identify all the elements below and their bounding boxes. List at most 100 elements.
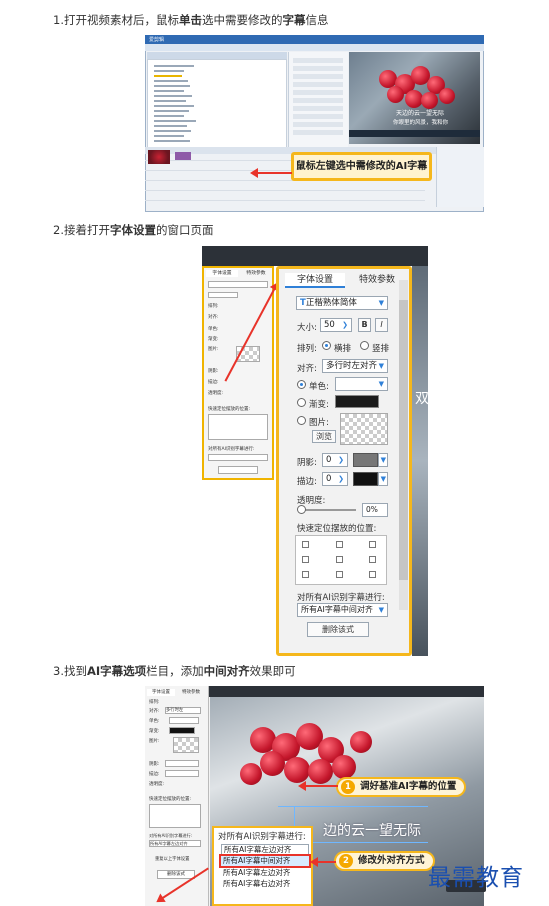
align-select[interactable]: 多行时左对齐 ▼ <box>322 359 388 373</box>
repeat-font-settings-button[interactable]: 重复以上字体设置 <box>155 856 189 862</box>
side-ai-select[interactable]: 所有AI字幕左边对齐 <box>149 840 201 847</box>
position-grid <box>295 535 387 585</box>
callout-step-number: 1 <box>341 780 355 794</box>
subtitle-properties-panel <box>436 147 484 207</box>
chevron-right-icon: ❯ <box>338 456 344 464</box>
small-stroke-label: 描边: <box>208 380 219 385</box>
font-size-value: 50 <box>324 320 335 330</box>
image-preview <box>340 413 388 445</box>
app-title-bar: 爱剪辑 <box>145 35 484 44</box>
option-right-align[interactable]: 所有AI字幕右边对齐 <box>221 879 309 889</box>
small-align-label: 对齐: <box>208 315 219 320</box>
shadow-color-dropdown[interactable]: ▼ <box>378 453 388 467</box>
panel-scrollbar-thumb[interactable] <box>399 300 408 580</box>
tab-font-settings-small: 字体设置 <box>206 270 238 277</box>
tab-effect-params[interactable]: 特效参数 <box>347 273 407 288</box>
guide-line-top <box>278 806 428 807</box>
position-label: 快速定位摆放的位置: <box>297 524 377 534</box>
option-center-align[interactable]: 所有AI字幕中间对齐 <box>219 854 311 868</box>
gradient-label: 渐变: <box>309 400 329 410</box>
layout-horizontal-radio[interactable] <box>322 341 331 350</box>
subtitle-list[interactable] <box>147 59 287 151</box>
side-layout-label: 排列: <box>149 700 160 705</box>
size-label: 大小: <box>297 323 317 333</box>
step-text: 接着打开 <box>63 223 110 237</box>
font-size-input[interactable]: 50 ❯ <box>320 318 352 332</box>
clip-thumbnail[interactable] <box>148 150 170 164</box>
font-family-select[interactable]: T正楷熟体简体 ▼ <box>296 296 388 310</box>
app-title: 爱剪辑 <box>149 37 165 43</box>
small-ai-label: 对所有AI识别字幕进行: <box>208 447 255 452</box>
font-family-value: 正楷熟体简体 <box>305 298 357 308</box>
gradient-swatch[interactable] <box>335 395 379 408</box>
option-left-align[interactable]: 所有AI字幕左边对齐 <box>221 868 309 878</box>
step-1-instruction: 1.打开视频素材后，鼠标单击选中需要修改的字幕信息 <box>53 12 328 28</box>
side-single-label: 单色: <box>149 719 160 724</box>
bold-button[interactable]: B <box>358 318 371 332</box>
shadow-input[interactable]: 0 ❯ <box>322 453 348 467</box>
layout-label: 排列: <box>297 344 317 354</box>
ai-subtitle-align-select[interactable]: 所有AI字幕中间对齐 ▼ <box>297 603 388 617</box>
single-color-select[interactable]: ▼ <box>335 377 388 391</box>
opacity-slider-track[interactable] <box>298 509 356 511</box>
position-cell[interactable] <box>302 556 309 563</box>
video-preview-edge <box>412 266 428 656</box>
stroke-color-dropdown[interactable]: ▼ <box>378 472 388 486</box>
position-cell[interactable] <box>336 556 343 563</box>
image-radio[interactable] <box>297 416 306 425</box>
callout-step-number: 2 <box>339 854 353 868</box>
stroke-color-swatch[interactable] <box>353 472 378 486</box>
step-number: 1. <box>53 13 64 27</box>
single-color-radio[interactable] <box>297 380 306 389</box>
step-text: 打开视频素材后，鼠标 <box>63 13 179 27</box>
chevron-down-icon: ▼ <box>380 456 386 464</box>
ai-subtitle-current-select[interactable]: 所有AI字幕左边对齐 <box>221 844 309 855</box>
image-label: 图片: <box>309 418 329 428</box>
player-controls[interactable] <box>349 130 480 137</box>
step-bold-text: 字体设置 <box>109 223 156 237</box>
side-gradient-label: 渐变: <box>149 729 160 734</box>
callout-select-ai-subtitle: 鼠标左键选中需修改的AI字幕 <box>291 152 432 181</box>
side-position-label: 快速定位摆放的位置: <box>149 797 192 802</box>
tab-effects-side[interactable]: 特效参数 <box>177 689 205 696</box>
align-value: 多行时左对齐 <box>326 361 378 371</box>
browse-button[interactable]: 浏览 <box>312 430 336 443</box>
tab-font-settings-side[interactable]: 字体设置 <box>147 689 175 696</box>
chevron-down-icon: ▼ <box>378 362 384 370</box>
tab-font-settings[interactable]: 字体设置 <box>285 273 345 288</box>
small-shadow-label: 阴影: <box>208 369 219 374</box>
small-image-label: 图片: <box>208 347 219 352</box>
delete-style-button[interactable]: 删除该式 <box>307 622 369 637</box>
step-text: 的窗口页面 <box>155 223 214 237</box>
opacity-slider-thumb[interactable] <box>297 505 306 514</box>
chevron-down-icon: ▼ <box>378 380 384 388</box>
side-delete-style-button[interactable]: 删除该式 <box>157 870 195 879</box>
step-2-instruction: 2.接着打开字体设置的窗口页面 <box>53 222 213 238</box>
menu-bar[interactable] <box>145 44 484 51</box>
gradient-radio[interactable] <box>297 398 306 407</box>
chevron-down-icon: ▼ <box>378 299 384 307</box>
layout-vertical-radio[interactable] <box>360 341 369 350</box>
shadow-color-swatch[interactable] <box>353 453 378 467</box>
preview-subtitle-line1[interactable]: 天边的云一望无际 <box>396 108 444 117</box>
preview-subtitle-centered[interactable]: 边的云一望无际 <box>323 820 421 840</box>
step-text: 栏目，添加 <box>146 664 204 678</box>
position-cell[interactable] <box>369 556 376 563</box>
timeline-clip[interactable] <box>175 152 191 160</box>
italic-button[interactable]: I <box>375 318 388 332</box>
opacity-value[interactable]: 0% <box>362 503 388 517</box>
step-number: 2. <box>53 223 64 237</box>
position-cell[interactable] <box>369 541 376 548</box>
position-cell[interactable] <box>302 571 309 578</box>
position-cell[interactable] <box>336 541 343 548</box>
stroke-label: 描边: <box>297 477 317 487</box>
position-cell[interactable] <box>302 541 309 548</box>
side-stroke-label: 描边: <box>149 772 160 777</box>
panel-tabs[interactable] <box>147 52 287 59</box>
chevron-down-icon: ▼ <box>378 606 384 614</box>
position-cell[interactable] <box>369 571 376 578</box>
position-cell[interactable] <box>336 571 343 578</box>
side-align-select[interactable]: 多行时左 <box>165 707 201 714</box>
step-text: 选中需要修改的 <box>201 13 283 27</box>
stroke-input[interactable]: 0 ❯ <box>322 472 348 486</box>
